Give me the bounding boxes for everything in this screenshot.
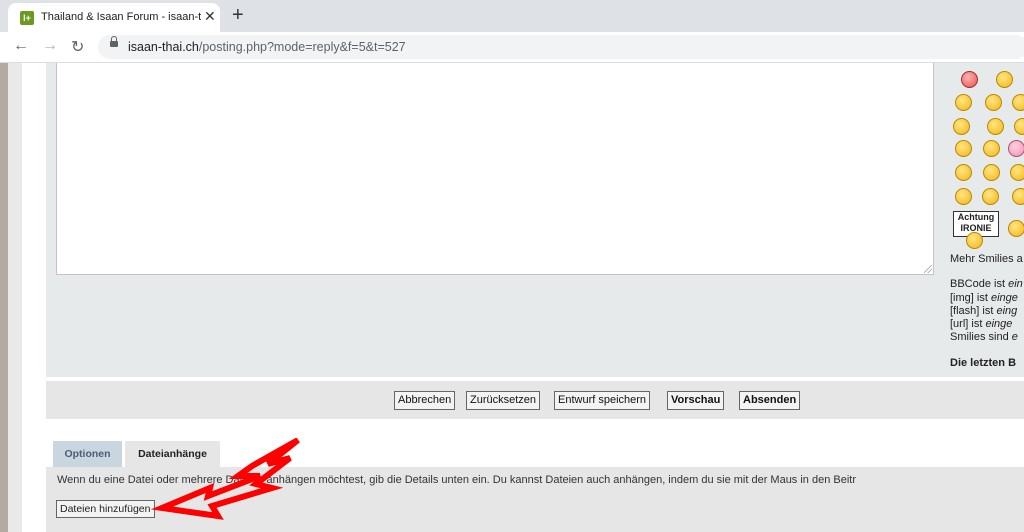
save-draft-button[interactable]: Entwurf speichern [554,391,651,410]
smiley-icon[interactable] [982,188,999,205]
forward-icon[interactable]: → [42,37,58,55]
smilies-label: Smilies sind [950,331,1012,343]
new-tab-icon[interactable]: + [232,4,244,27]
lock-icon [110,36,118,47]
smiley-icon[interactable] [1014,118,1024,135]
url-status-line: [url] ist einge [950,318,1012,330]
smiley-icon[interactable] [1012,94,1024,111]
resize-grip-icon[interactable] [924,265,932,273]
smiley-icon[interactable] [955,140,972,157]
back-icon[interactable]: ← [13,37,29,55]
smilies-value: e [1011,331,1018,343]
flash-status-line: [flash] ist eing [950,305,1017,317]
cancel-button[interactable]: Abbrechen [394,391,456,410]
browser-tabstrip: I+ Thailand & Isaan Forum - isaan-t ✕ + [0,0,1024,32]
reload-icon[interactable]: ↻ [71,37,84,57]
smiley-icon[interactable] [955,188,972,205]
bbcode-status-line: BBCode ist ein [950,278,1023,290]
red-arrow-annotation-icon [150,438,300,520]
tab-options[interactable]: Optionen [53,441,122,467]
smiley-icon[interactable] [996,71,1013,88]
smiley-icon [966,232,983,249]
smiley-icon[interactable] [1008,140,1024,157]
smiley-icon[interactable] [955,164,972,181]
smiley-icon[interactable] [961,71,978,88]
smiley-icon[interactable] [1010,164,1024,181]
preview-button[interactable]: Vorschau [667,391,725,410]
url-text: isaan-thai.ch/posting.php?mode=reply&f=5… [128,40,406,54]
browser-tab[interactable]: I+ Thailand & Isaan Forum - isaan-t ✕ [8,3,220,32]
flash-value: eing [996,305,1018,317]
flash-label: [flash] ist [950,305,997,317]
page-left-border [0,63,8,532]
img-value: einge [990,292,1018,304]
reset-button[interactable]: Zurücksetzen [466,391,541,410]
smilies-status-line: Smilies sind e [950,331,1018,343]
page-left-gutter [8,63,22,532]
url-path: /posting.php?mode=reply&f=5&t=527 [198,40,406,54]
img-status-line: [img] ist einge [950,292,1018,304]
img-label: [img] ist [950,292,991,304]
recent-posts-heading: Die letzten B [950,357,1017,369]
smiley-icon[interactable] [983,164,1000,181]
browser-tab-title: Thailand & Isaan Forum - isaan-t [41,11,201,23]
url-domain: isaan-thai.ch [128,40,199,54]
smiley-icon[interactable] [1012,188,1024,205]
site-favicon-icon: I+ [20,11,34,25]
url-value: einge [985,318,1013,330]
message-textarea[interactable] [56,63,934,275]
smiley-icon[interactable] [985,94,1002,111]
smiley-icon[interactable] [953,118,970,135]
smiley-icon[interactable] [1008,220,1024,237]
browser-toolbar: ← → ↻ isaan-thai.ch/posting.php?mode=rep… [0,32,1024,63]
more-smilies-link[interactable]: Mehr Smilies a [950,253,1023,265]
bbcode-label: BBCode ist [950,278,1009,290]
close-tab-icon[interactable]: ✕ [204,8,216,25]
smiley-icon[interactable] [955,94,972,111]
smiley-icon[interactable] [987,118,1004,135]
smiley-icon[interactable] [983,140,1000,157]
address-bar[interactable]: isaan-thai.ch/posting.php?mode=reply&f=5… [98,35,1024,59]
bbcode-value: ein [1008,278,1023,290]
submit-button[interactable]: Absenden [739,391,801,410]
url-label: [url] ist [950,318,986,330]
